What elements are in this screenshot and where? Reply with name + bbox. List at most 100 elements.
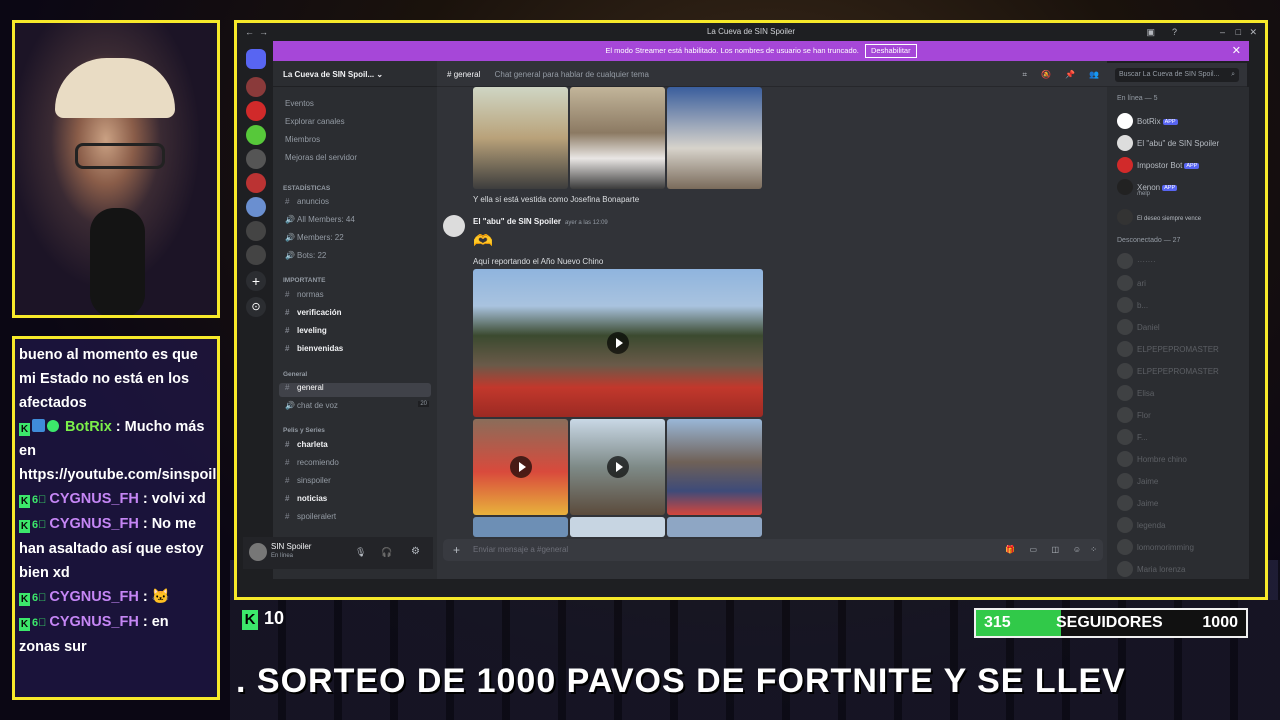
server-icon[interactable]	[246, 197, 266, 217]
voice-channel-item[interactable]: 🔊 chat de voz 20	[285, 401, 435, 410]
member-item[interactable]: legenda	[1117, 517, 1165, 533]
add-server-icon[interactable]: +	[246, 271, 266, 291]
avatar[interactable]	[249, 543, 267, 561]
members-icon[interactable]: 👥	[1089, 63, 1099, 87]
emoji-icon[interactable]: ☺	[1073, 539, 1081, 561]
close-banner-icon[interactable]: ✕	[1232, 41, 1241, 61]
forward-icon[interactable]: →	[259, 23, 268, 41]
add-attachment-icon[interactable]: +	[453, 539, 460, 561]
message-input[interactable]: + Enviar mensaje a #general 🎁 ▭ ◫ ☺ ⁘	[443, 539, 1103, 561]
author-avatar[interactable]	[443, 215, 465, 237]
minimize-icon[interactable]: –	[1220, 23, 1225, 41]
member-item[interactable]: Daniel	[1117, 319, 1160, 335]
threads-icon[interactable]: ⌗	[1022, 63, 1027, 87]
member-item[interactable]: Jaime	[1117, 473, 1158, 489]
member-item[interactable]: Hombre chino	[1117, 451, 1187, 467]
play-icon[interactable]	[606, 456, 629, 478]
member-item[interactable]: Maria lorenza	[1117, 561, 1185, 577]
direct-messages-icon[interactable]	[246, 49, 266, 69]
server-icon[interactable]	[246, 77, 266, 97]
search-input[interactable]: Buscar La Cueva de SIN Spoil... ⌕	[1115, 68, 1239, 82]
gear-icon[interactable]: ⚙	[411, 546, 420, 557]
server-icon[interactable]	[246, 221, 266, 241]
gif-icon[interactable]: ▭	[1029, 539, 1037, 561]
member-item[interactable]: ari	[1117, 275, 1146, 291]
channel-topic[interactable]: Chat general para hablar de cualquier te…	[495, 70, 649, 79]
disable-streamer-button[interactable]: Deshabilitar	[864, 44, 917, 58]
chat-username[interactable]: CYGNUS_FH	[49, 491, 138, 507]
server-icon[interactable]	[246, 125, 266, 145]
channel-item[interactable]: # verificación	[285, 308, 435, 317]
gift-icon[interactable]: 🎁	[1005, 539, 1015, 561]
server-icon[interactable]	[246, 245, 266, 265]
message-image[interactable]	[667, 517, 762, 537]
message-image[interactable]	[473, 87, 568, 189]
chat-username[interactable]: CYGNUS_FH	[49, 614, 138, 630]
member-item[interactable]: El deseo siempre vence	[1117, 209, 1201, 225]
chat-username[interactable]: CYGNUS_FH	[49, 516, 138, 532]
microphone-icon[interactable]: 🎙	[355, 547, 366, 558]
sticker-icon[interactable]: ◫	[1051, 539, 1059, 561]
channel-item[interactable]: # leveling	[285, 326, 435, 335]
member-item[interactable]: BotRix APP	[1117, 113, 1178, 129]
channel-item-general[interactable]: # general	[279, 383, 431, 397]
headphones-icon[interactable]: 🎧	[381, 547, 392, 558]
chat-username[interactable]: CYGNUS_FH	[49, 589, 138, 605]
message-image[interactable]	[473, 517, 568, 537]
category-important[interactable]: IMPORTANTE	[283, 277, 326, 284]
notifications-icon[interactable]: 🔕	[1041, 63, 1051, 87]
message-image[interactable]	[570, 87, 665, 189]
maximize-icon[interactable]: □	[1236, 23, 1241, 41]
member-item[interactable]: Elisa	[1117, 385, 1154, 401]
channel-item[interactable]: # recomiendo	[285, 458, 435, 467]
pin-icon[interactable]: 📌	[1065, 63, 1075, 87]
member-item[interactable]: Xenon APP/help	[1117, 179, 1178, 197]
member-item[interactable]: El "abu" de SIN Spoiler	[1117, 135, 1219, 151]
member-item[interactable]: ·······	[1117, 253, 1156, 269]
channel-item[interactable]: # normas	[285, 290, 435, 299]
play-icon[interactable]	[607, 332, 629, 354]
apps-icon[interactable]: ⁘	[1090, 539, 1097, 561]
channel-item[interactable]: # noticias	[285, 494, 435, 503]
channel-item[interactable]: # anuncios	[285, 197, 435, 206]
nav-browse-channels[interactable]: Explorar canales	[285, 117, 345, 126]
member-item[interactable]: Impostor Bot APP	[1117, 157, 1200, 173]
discover-icon[interactable]: ⊙	[246, 297, 266, 317]
server-icon[interactable]	[246, 101, 266, 121]
message-image[interactable]	[667, 87, 762, 189]
category-movies[interactable]: Pelis y Series	[283, 427, 325, 434]
channel-item[interactable]: # bienvenidas	[285, 344, 435, 353]
category-stats[interactable]: ESTADÍSTICAS	[283, 185, 330, 192]
member-item[interactable]: ELPEPEPROMASTER	[1117, 363, 1219, 379]
play-icon[interactable]	[509, 456, 532, 478]
close-window-icon[interactable]: ✕	[1249, 23, 1257, 41]
message-author[interactable]: El "abu" de SIN Spoiler ayer a las 12:09	[473, 217, 608, 226]
member-item[interactable]: Jaime	[1117, 495, 1158, 511]
member-item[interactable]: lomomorimming	[1117, 539, 1194, 555]
channel-item[interactable]: # spoileralert	[285, 512, 435, 521]
nav-members[interactable]: Miembros	[285, 135, 320, 144]
video-thumbnail[interactable]	[473, 269, 763, 417]
server-header[interactable]: La Cueva de SIN Spoil... ⌄	[273, 63, 437, 87]
video-thumbnail[interactable]	[570, 419, 665, 515]
category-general[interactable]: General	[283, 371, 307, 378]
help-icon[interactable]: ?	[1172, 23, 1177, 41]
server-icon[interactable]	[246, 173, 266, 193]
message-image[interactable]	[667, 419, 762, 515]
nav-events[interactable]: Eventos	[285, 99, 314, 108]
channel-item[interactable]: 🔊 All Members: 44	[285, 215, 435, 224]
video-thumbnail[interactable]	[473, 419, 568, 515]
member-item[interactable]: ELPEPEPROMASTER	[1117, 341, 1219, 357]
channel-item[interactable]: # sinspoiler	[285, 476, 435, 485]
inbox-icon[interactable]: ▣	[1146, 23, 1155, 41]
member-item[interactable]: F...	[1117, 429, 1148, 445]
member-item[interactable]: b...	[1117, 297, 1148, 313]
server-icon[interactable]	[246, 149, 266, 169]
chat-username[interactable]: BotRix	[65, 419, 112, 435]
channel-item[interactable]: 🔊 Members: 22	[285, 233, 435, 242]
nav-server-boosts[interactable]: Mejoras del servidor	[285, 153, 357, 162]
back-icon[interactable]: ←	[245, 23, 254, 41]
member-item[interactable]: Flor	[1117, 407, 1151, 423]
channel-item[interactable]: # charleta	[285, 440, 435, 449]
channel-item[interactable]: 🔊 Bots: 22	[285, 251, 435, 260]
